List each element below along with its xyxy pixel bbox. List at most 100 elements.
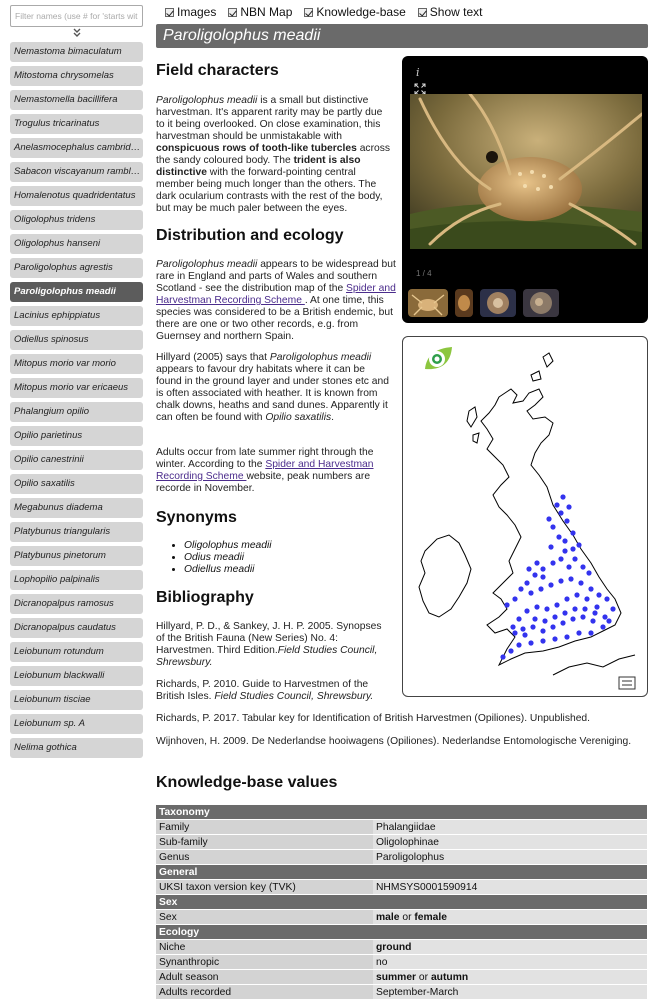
record-dot — [552, 636, 558, 642]
table-section-row: Ecology — [156, 925, 647, 939]
bibliography-heading: Bibliography — [156, 589, 254, 606]
species-list-item[interactable]: Oligolophus tridens — [10, 210, 143, 230]
knowledge-base-toggle[interactable]: Knowledge-base — [304, 5, 406, 19]
species-list-item[interactable]: Leiobunum rotundum — [10, 642, 143, 662]
species-list-item[interactable]: Anelasmocephalus cambridgei — [10, 138, 143, 158]
record-dot — [592, 610, 598, 616]
species-list-item[interactable]: Opilio canestrinii — [10, 450, 143, 470]
table-row: UKSI taxon version key (TVK) NHMSYS000159… — [156, 880, 647, 894]
filter-names-input[interactable] — [10, 5, 143, 27]
knowledge-base-heading: Knowledge-base values — [156, 774, 338, 791]
bibliography-entry: Richards, P. 2017. Tabular key for Ident… — [156, 713, 591, 724]
record-dot — [538, 586, 544, 592]
kb-key: Family — [156, 820, 373, 834]
record-dot — [590, 618, 596, 624]
record-dot — [564, 596, 570, 602]
section-header: Sex — [156, 895, 647, 909]
species-list-item[interactable]: Platybunus triangularis — [10, 522, 143, 542]
page-title: Paroligolophus meadii — [156, 24, 648, 48]
species-list-item[interactable]: Sabacon viscayanum ramblaianum — [10, 162, 143, 182]
species-list-item[interactable]: Mitostoma chrysomelas — [10, 66, 143, 86]
habitat-text: Hillyard (2005) says that Paroligolophus… — [156, 352, 392, 424]
species-list-item[interactable]: Phalangium opilio — [10, 402, 143, 422]
info-icon[interactable]: i — [416, 66, 420, 79]
species-list-item[interactable]: Homalenotus quadridentatus — [10, 186, 143, 206]
species-list-item[interactable]: Nemastomella bacillifera — [10, 90, 143, 110]
kb-value: NHMSYS0001590914 — [373, 880, 647, 894]
record-dot — [564, 634, 570, 640]
species-list-item[interactable]: Paroligolophus meadii — [10, 282, 143, 302]
checkbox-checked-icon[interactable] — [304, 7, 314, 17]
record-dot — [588, 630, 594, 636]
species-list-item[interactable]: Odiellus spinosus — [10, 330, 143, 350]
kb-key: UKSI taxon version key (TVK) — [156, 880, 373, 894]
species-list-item[interactable]: Dicranopalpus caudatus — [10, 618, 143, 638]
thumbnail-image[interactable] — [455, 289, 473, 317]
nbn-map-toggle[interactable]: NBN Map — [228, 5, 292, 19]
record-dot — [528, 640, 534, 646]
thumbnail-image[interactable] — [408, 289, 448, 317]
kb-value: Phalangiidae — [373, 820, 647, 834]
species-list-item[interactable]: Mitopus morio var morio — [10, 354, 143, 374]
toggle-label: Show text — [429, 5, 483, 19]
thumbnail-image[interactable] — [523, 289, 559, 317]
species-list-item[interactable]: Oligolophus hanseni — [10, 234, 143, 254]
thumbnail-image[interactable] — [480, 289, 516, 317]
species-list-item[interactable]: Platybunus pinetorum — [10, 546, 143, 566]
checkbox-checked-icon[interactable] — [417, 7, 427, 17]
show-text-toggle[interactable]: Show text — [417, 5, 483, 19]
species-list-item[interactable]: Trogulus tricarinatus — [10, 114, 143, 134]
species-list-item[interactable]: Leiobunum blackwalli — [10, 666, 143, 686]
map-key-icon[interactable] — [618, 676, 636, 690]
species-list-item[interactable]: Lacinius ephippiatus — [10, 306, 143, 326]
checkbox-checked-icon[interactable] — [165, 7, 174, 17]
kb-key: Adults recorded — [156, 985, 373, 999]
emphasis: conspicuous rows of tooth-like tubercles — [156, 143, 357, 154]
record-dot — [510, 624, 516, 630]
species-list-item[interactable]: Nelima gothica — [10, 738, 143, 758]
species-list-item[interactable]: Leiobunum tisciae — [10, 690, 143, 710]
double-chevron-down-icon[interactable] — [10, 28, 143, 40]
species-name: Paroligolophus meadii — [156, 259, 258, 270]
record-dot — [596, 592, 602, 598]
record-dot — [580, 614, 586, 620]
species-list-item[interactable]: Mitopus morio var ericaeus — [10, 378, 143, 398]
nbn-distribution-map[interactable] — [402, 336, 648, 697]
synonym-item: Odius meadii — [184, 552, 272, 564]
species-name: Paroligolophus meadii — [269, 352, 372, 363]
harvestman-photo[interactable] — [410, 94, 642, 249]
record-dot — [546, 516, 552, 522]
record-dot — [570, 530, 576, 536]
record-dot — [532, 572, 538, 578]
species-list-item[interactable]: Paroligolophus agrestis — [10, 258, 143, 278]
record-dot — [570, 616, 576, 622]
record-dot — [534, 604, 540, 610]
images-toggle[interactable]: Images — [165, 5, 216, 19]
species-list-item[interactable]: Megabunus diadema — [10, 498, 143, 518]
record-dot — [604, 596, 610, 602]
record-dot — [562, 548, 568, 554]
record-dot — [532, 616, 538, 622]
table-row: Adults recorded September-March — [156, 985, 647, 999]
field-characters-text: Paroligolophus meadii is a small but dis… — [156, 95, 392, 215]
species-list-item[interactable]: Lophopilio palpinalis — [10, 570, 143, 590]
species-list-item[interactable]: Dicranopalpus ramosus — [10, 594, 143, 614]
record-dot — [594, 604, 600, 610]
species-list-item[interactable]: Opilio parietinus — [10, 426, 143, 446]
species-name: Opilio saxatilis — [265, 412, 332, 423]
species-list-item[interactable]: Nemastoma bimaculatum — [10, 42, 143, 62]
species-list-item[interactable]: Opilio saxatilis — [10, 474, 143, 494]
record-dot — [558, 510, 564, 516]
record-dot — [572, 556, 578, 562]
record-dot — [584, 596, 590, 602]
checkbox-checked-icon[interactable] — [228, 7, 238, 17]
table-row: Family Phalangiidae — [156, 820, 647, 834]
record-dot — [578, 580, 584, 586]
species-list-item[interactable]: Leiobunum sp. A — [10, 714, 143, 734]
record-dot — [528, 590, 534, 596]
bibliography-entry: Hillyard, P. D., & Sankey, J. H. P. 2005… — [156, 621, 392, 669]
record-dot — [576, 542, 582, 548]
image-viewer: i 1 / 4 — [402, 56, 648, 323]
value-sep: or — [416, 971, 431, 983]
record-dot — [554, 602, 560, 608]
